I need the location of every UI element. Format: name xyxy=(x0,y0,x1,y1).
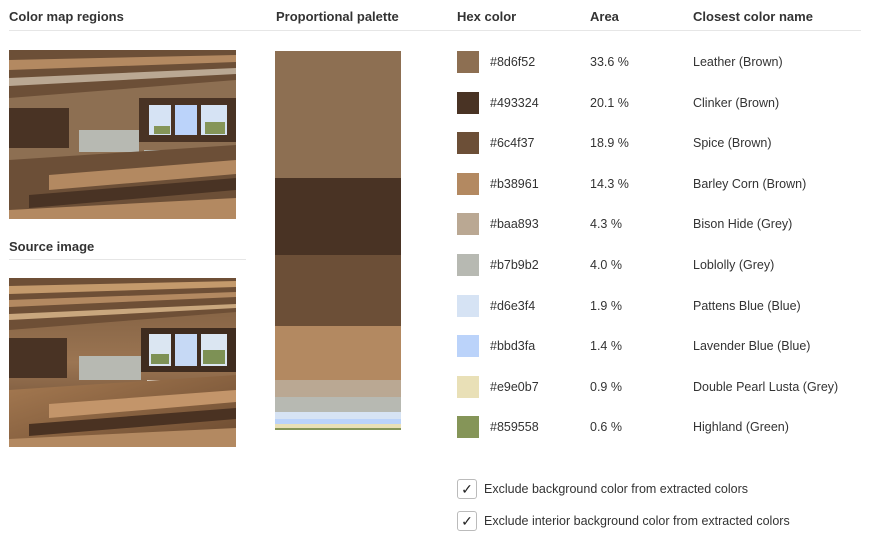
color-swatch xyxy=(457,335,479,358)
color-row: #8d6f52 33.6 % Leather (Brown) xyxy=(457,51,857,73)
hex-value: #859558 xyxy=(490,420,539,435)
color-row: #b38961 14.3 % Barley Corn (Brown) xyxy=(457,172,857,195)
exclude-interior-background-checkbox[interactable]: ✓ xyxy=(457,511,477,531)
color-row: #e9e0b7 0.9 % Double Pearl Lusta (Grey) xyxy=(457,375,857,398)
source-image-heading: Source image xyxy=(9,239,95,254)
hex-value: #d6e3f4 xyxy=(490,298,536,313)
color-name: Bison Hide (Grey) xyxy=(693,217,793,232)
area-value: 0.9 % xyxy=(590,379,622,394)
color-swatch xyxy=(457,375,479,398)
color-row: #bbd3fa 1.4 % Lavender Blue (Blue) xyxy=(457,335,857,358)
closest-color-name-heading: Closest color name xyxy=(693,9,813,24)
color-name: Leather (Brown) xyxy=(693,55,783,69)
hex-value: #493324 xyxy=(490,95,539,110)
color-row: #493324 20.1 % Clinker (Brown) xyxy=(457,91,857,114)
area-value: 18.9 % xyxy=(590,136,629,151)
palette-segment xyxy=(275,326,401,381)
palette-segment xyxy=(275,396,401,412)
area-value: 4.3 % xyxy=(590,217,622,232)
proportional-palette-bar xyxy=(275,51,401,430)
color-swatch xyxy=(457,172,479,195)
color-row: #b7b9b2 4.0 % Loblolly (Grey) xyxy=(457,254,857,276)
color-name: Lavender Blue (Blue) xyxy=(693,339,811,354)
hex-value: #bbd3fa xyxy=(490,339,536,354)
area-value: 14.3 % xyxy=(590,176,629,191)
color-row: #6c4f37 18.9 % Spice (Brown) xyxy=(457,132,857,155)
hex-value: #6c4f37 xyxy=(490,136,535,151)
color-map-regions-heading: Color map regions xyxy=(9,9,124,24)
palette-segment xyxy=(275,427,401,430)
area-heading: Area xyxy=(590,9,619,24)
area-value: 1.4 % xyxy=(590,339,622,354)
hex-value: #baa893 xyxy=(490,217,539,232)
source-image xyxy=(9,278,236,447)
exclude-background-checkbox[interactable]: ✓ xyxy=(457,479,477,499)
color-swatch xyxy=(457,254,479,276)
header-divider xyxy=(9,30,861,31)
color-row: #d6e3f4 1.9 % Pattens Blue (Blue) xyxy=(457,294,857,317)
area-value: 1.9 % xyxy=(590,298,622,313)
area-value: 20.1 % xyxy=(590,95,629,110)
area-value: 4.0 % xyxy=(590,258,622,272)
color-swatch xyxy=(457,213,479,236)
color-name: Spice (Brown) xyxy=(693,136,772,151)
exclude-interior-background-label: Exclude interior background color from e… xyxy=(484,514,790,528)
color-swatch xyxy=(457,416,479,439)
palette-segment xyxy=(275,51,401,179)
color-row: #859558 0.6 % Highland (Green) xyxy=(457,416,857,439)
color-name: Double Pearl Lusta (Grey) xyxy=(693,379,839,394)
color-swatch xyxy=(457,51,479,73)
color-swatch xyxy=(457,91,479,114)
hex-value: #b38961 xyxy=(490,176,539,191)
color-name: Highland (Green) xyxy=(693,420,789,435)
area-value: 0.6 % xyxy=(590,420,622,435)
hex-value: #e9e0b7 xyxy=(490,379,539,394)
proportional-palette-heading: Proportional palette xyxy=(276,9,399,24)
hex-value: #b7b9b2 xyxy=(490,258,539,272)
hex-color-heading: Hex color xyxy=(457,9,517,24)
color-row: #baa893 4.3 % Bison Hide (Grey) xyxy=(457,213,857,236)
color-swatch xyxy=(457,294,479,317)
area-value: 33.6 % xyxy=(590,55,629,69)
hex-value: #8d6f52 xyxy=(490,55,536,69)
color-name: Barley Corn (Brown) xyxy=(693,176,807,191)
palette-segment xyxy=(275,380,401,397)
exclude-background-label: Exclude background color from extracted … xyxy=(484,482,749,496)
source-image-divider xyxy=(9,259,246,260)
color-name: Clinker (Brown) xyxy=(693,95,780,110)
palette-segment xyxy=(275,411,401,419)
color-name: Loblolly (Grey) xyxy=(693,258,775,272)
color-map-image xyxy=(9,50,236,219)
palette-segment xyxy=(275,254,401,327)
color-swatch xyxy=(457,132,479,155)
color-name: Pattens Blue (Blue) xyxy=(693,298,801,313)
palette-segment xyxy=(275,178,401,255)
